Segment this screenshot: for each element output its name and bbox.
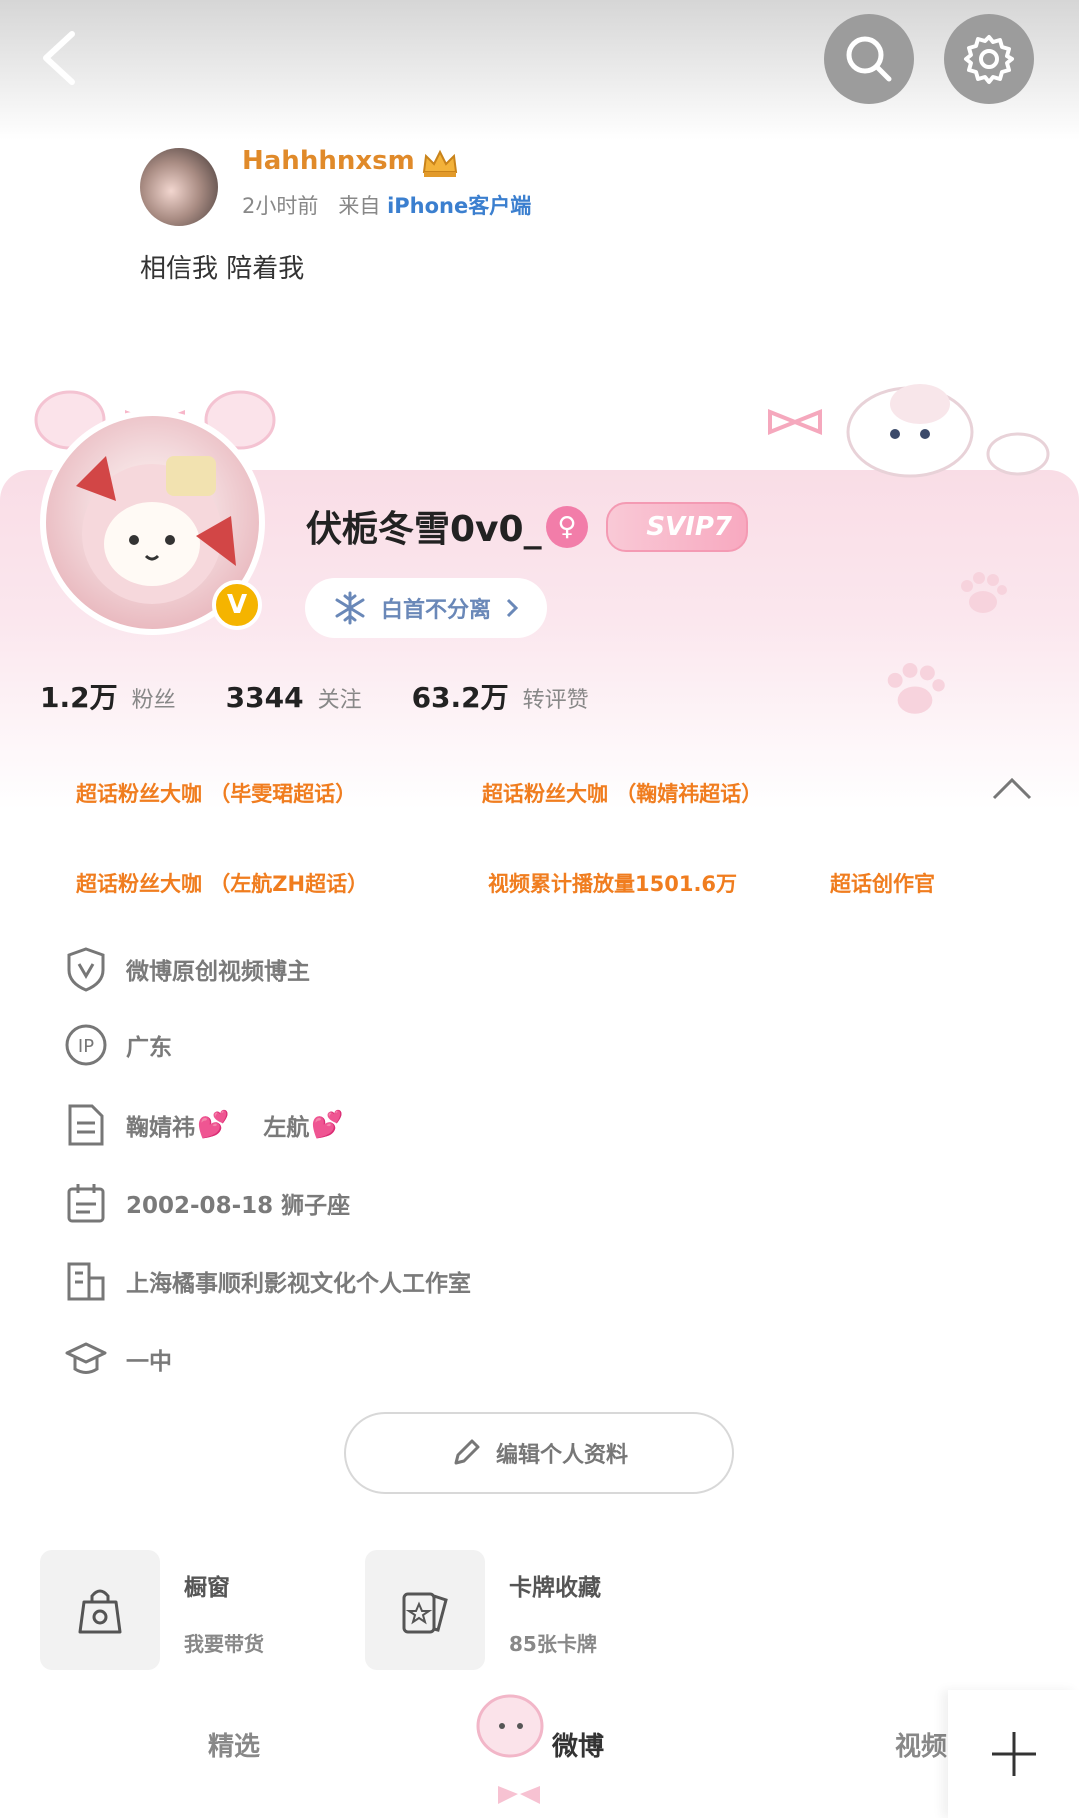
showcase-title[interactable]: 橱窗	[184, 1568, 230, 1602]
post-author-name[interactable]: Hahhhnxsm	[242, 146, 415, 176]
paw-decoration-icon	[961, 572, 1007, 613]
chevron-up-icon[interactable]	[990, 774, 1034, 804]
snowflake-icon	[335, 591, 365, 625]
gender-female-icon: ♀	[546, 506, 588, 548]
top-bar	[0, 0, 1079, 140]
building-icon	[62, 1257, 110, 1305]
post-meta: 2小时前 来自 iPhone客户端	[242, 190, 531, 220]
search-button[interactable]	[824, 14, 914, 104]
honor-tag[interactable]: 超话创作官	[830, 868, 935, 898]
settings-button[interactable]	[944, 14, 1034, 104]
document-icon	[62, 1101, 110, 1149]
paw-decoration-icon	[887, 662, 945, 714]
gear-icon	[964, 35, 1014, 84]
crown-badge-icon	[422, 149, 458, 177]
bunny-decoration-icon	[768, 384, 1050, 478]
card-collection-tile[interactable]	[365, 1550, 485, 1670]
cards-icon	[402, 1592, 448, 1634]
info-birthday: 2002-08-18 狮子座	[62, 1178, 350, 1228]
fan-group-label: 白首不分离	[381, 598, 492, 623]
card-collection-subtitle: 85张卡牌	[509, 1632, 597, 1656]
compose-button[interactable]	[948, 1690, 1079, 1818]
shield-icon	[62, 945, 110, 993]
fan-group-pill[interactable]: 白首不分离	[305, 578, 548, 638]
shopping-bag-icon	[78, 1589, 122, 1634]
showcase-tile[interactable]	[40, 1550, 160, 1670]
stat-interactions[interactable]: 63.2万 转评赞	[412, 676, 589, 716]
post-text: 相信我 陪着我	[140, 254, 305, 284]
search-icon	[846, 36, 892, 82]
info-bio: 鞠婧祎 💕 左航 💕	[62, 1100, 344, 1150]
graduation-cap-icon	[62, 1335, 110, 1383]
stat-followers[interactable]: 1.2万 粉丝	[40, 676, 176, 716]
tab-weibo[interactable]: 微博	[552, 1726, 604, 1763]
card-collection-title[interactable]: 卡牌收藏	[509, 1568, 601, 1602]
honor-tag[interactable]: 视频累计播放量1501.6万	[488, 868, 737, 898]
pencil-icon	[454, 1439, 480, 1465]
info-verification: 微博原创视频博主	[62, 944, 310, 994]
profile-nickname: 伏栀冬雪0v0_	[306, 509, 542, 550]
back-button[interactable]	[34, 28, 94, 88]
tab-video[interactable]: 视频	[895, 1726, 947, 1763]
ip-location-icon: IP	[62, 1021, 110, 1069]
info-ip: IP 广东	[62, 1020, 172, 1070]
heart-icon: 💕	[197, 1110, 230, 1140]
stat-following[interactable]: 3344 关注	[226, 681, 362, 714]
showcase-subtitle: 我要带货	[184, 1632, 264, 1656]
honor-tag[interactable]: 超话粉丝大咖 （毕雯珺超话）	[76, 778, 356, 808]
post-source-prefix: 来自	[338, 194, 381, 218]
plus-icon	[991, 1732, 1036, 1776]
post-source[interactable]: iPhone客户端	[387, 194, 531, 218]
info-school: 一中	[62, 1334, 172, 1384]
tab-featured[interactable]: 精选	[208, 1726, 260, 1763]
post-author-avatar[interactable]	[140, 148, 218, 226]
edit-profile-label: 编辑个人资料	[495, 1443, 628, 1468]
edit-profile-button[interactable]: 编辑个人资料	[344, 1412, 734, 1494]
info-company: 上海橘事顺利影视文化个人工作室	[62, 1256, 471, 1306]
honor-tag[interactable]: 超话粉丝大咖 （左航ZH超话）	[76, 868, 368, 898]
profile-stats: 1.2万 粉丝 3344 关注 63.2万 转评赞	[40, 676, 589, 716]
post-time: 2小时前	[242, 194, 319, 218]
calendar-icon	[62, 1179, 110, 1227]
svip-badge[interactable]: SVIP7	[606, 502, 748, 552]
svg-text:IP: IP	[78, 1036, 94, 1057]
chevron-right-icon	[506, 598, 519, 618]
back-arrow-icon	[43, 31, 75, 85]
heart-icon: 💕	[311, 1110, 344, 1140]
verified-badge: V	[212, 580, 262, 630]
honor-tag[interactable]: 超话粉丝大咖 （鞠婧祎超话）	[482, 778, 762, 808]
